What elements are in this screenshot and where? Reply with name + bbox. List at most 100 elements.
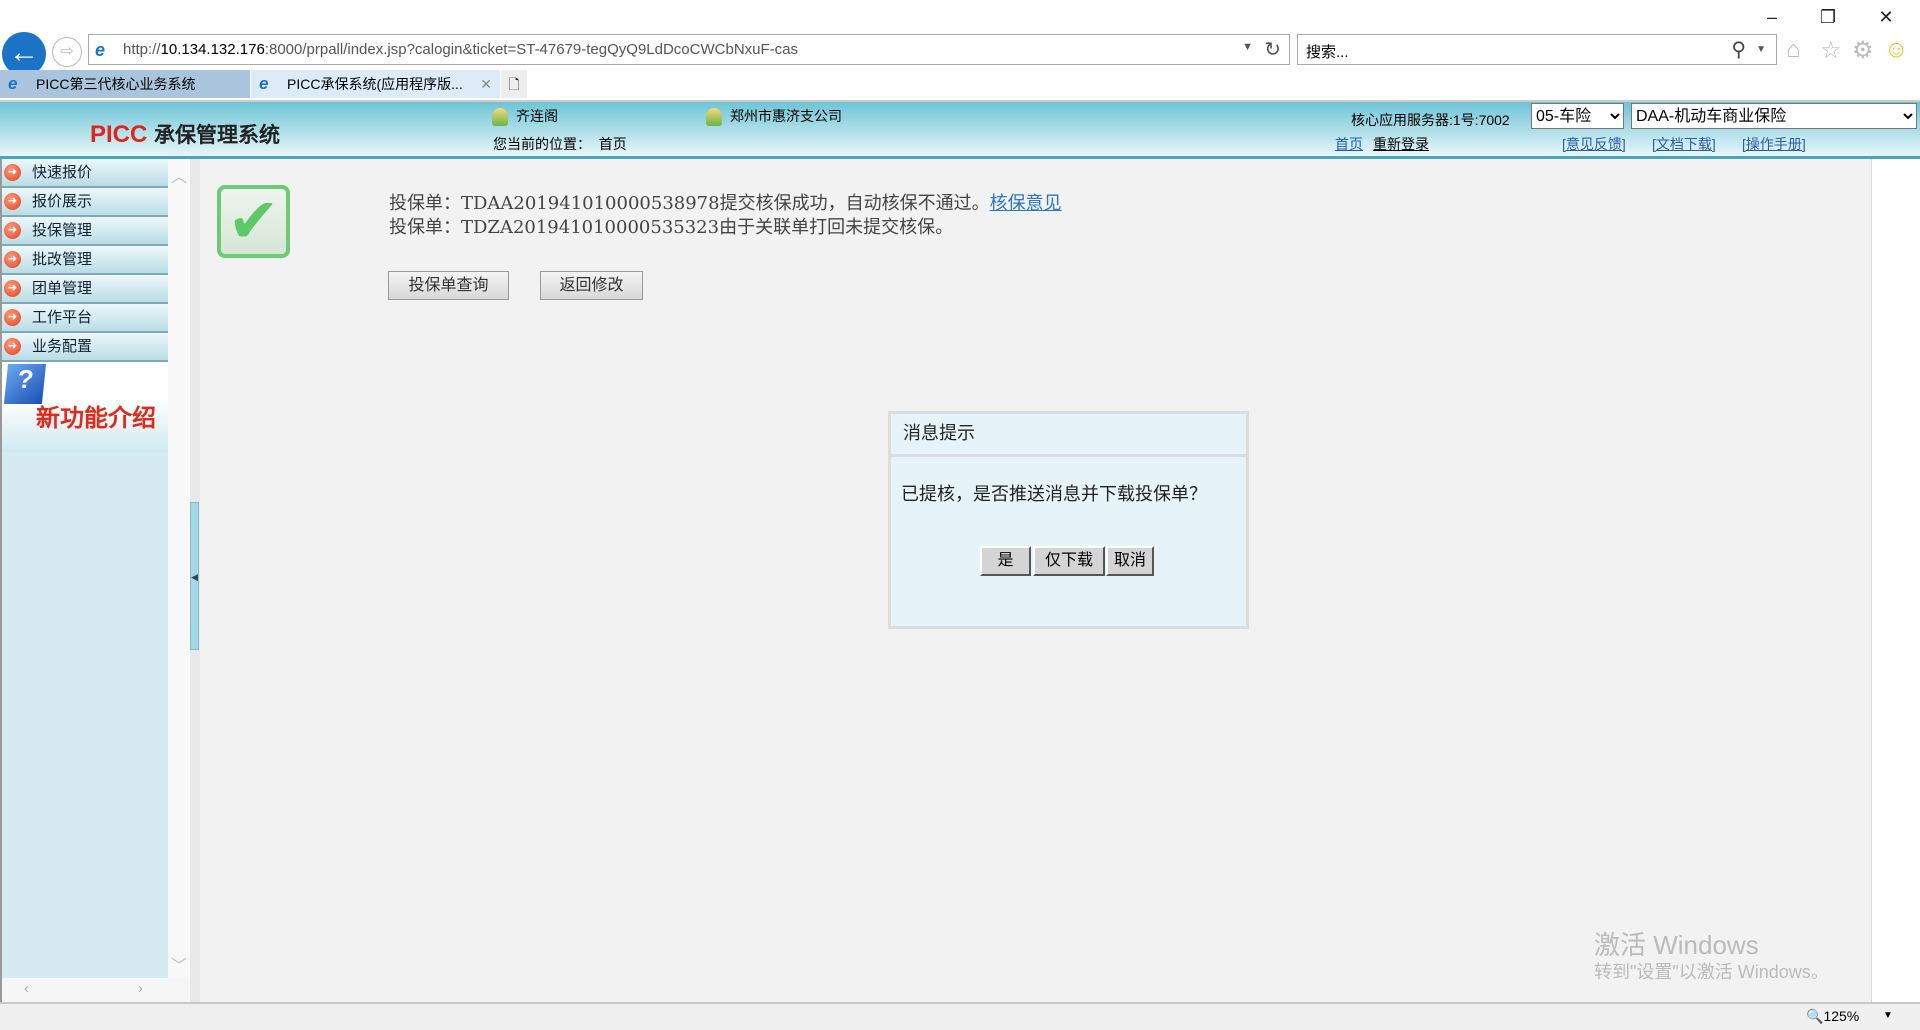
zoom-level[interactable]: 🔍125%: [1806, 1008, 1859, 1025]
activation-watermark-subtitle: 转到"设置"以激活 Windows。: [1594, 962, 1829, 982]
address-bar[interactable]: e http://10.134.132.176:8000/prpall/inde…: [88, 34, 1290, 65]
arrow-icon: ➜: [4, 251, 21, 268]
sidebar-item-label: 报价展示: [32, 193, 93, 210]
logo-title: 承保管理系统: [154, 122, 281, 147]
user-name: 齐连阁: [516, 108, 558, 124]
sidebar-item-proposal-mgmt[interactable]: ➜ 投保管理: [2, 217, 168, 246]
scroll-down-icon[interactable]: ﹀: [171, 952, 187, 976]
close-window-button[interactable]: ✕: [1866, 4, 1906, 30]
return-modify-button[interactable]: 返回修改: [540, 271, 643, 300]
favorites-star-icon[interactable]: ☆: [1820, 36, 1842, 65]
arrow-icon: ➜: [4, 309, 21, 326]
success-check-icon: ✔: [217, 185, 290, 258]
dialog-message: 已提核，是否推送消息并下载投保单？: [901, 484, 1207, 505]
logo-brand: PICC: [90, 121, 148, 148]
sidebar-scrollbar[interactable]: ︿ ﹀: [168, 159, 190, 980]
ie-tab-icon: e: [259, 74, 269, 93]
cancel-button[interactable]: 取消: [1106, 546, 1154, 576]
zoom-dropdown-icon[interactable]: ▼: [1883, 1010, 1893, 1021]
sidebar-splitter[interactable]: ◀: [190, 159, 200, 1002]
url-prefix: http://: [123, 41, 161, 58]
server-info: 核心应用服务器:1号:7002: [1351, 112, 1510, 128]
yes-button[interactable]: 是: [980, 546, 1031, 576]
org-icon: [706, 108, 722, 127]
ie-tab-icon: e: [8, 74, 18, 93]
home-link[interactable]: 首页: [1335, 134, 1363, 154]
user-icon: [492, 108, 508, 127]
address-dropdown-icon[interactable]: ▼: [1242, 41, 1253, 53]
scroll-up-icon[interactable]: ︿: [171, 163, 187, 187]
sidebar-item-label: 团单管理: [32, 280, 93, 297]
arrow-icon: ➜: [4, 338, 21, 355]
product-select[interactable]: DAA-机动车商业保险: [1631, 103, 1917, 129]
url-host: 10.134.132.176: [160, 41, 265, 58]
sidebar-item-group-mgmt[interactable]: ➜ 团单管理: [2, 275, 168, 304]
new-features-label: 新功能介绍: [36, 405, 156, 432]
new-features-banner[interactable]: ? 新功能介绍: [2, 362, 168, 452]
proposal-query-button[interactable]: 投保单查询: [388, 271, 509, 300]
sidebar-item-label: 批改管理: [32, 251, 93, 268]
sidebar-item-endorsement-mgmt[interactable]: ➜ 批改管理: [2, 246, 168, 275]
zoom-value: 125%: [1823, 1008, 1860, 1024]
tab-label: PICC第三代核心业务系统: [36, 76, 196, 92]
current-org: 郑州市惠济支公司: [706, 106, 842, 127]
docs-download-link[interactable]: [文档下载]: [1652, 134, 1716, 154]
breadcrumb: 您当前的位置： 首页: [493, 134, 627, 154]
location-value: 首页: [598, 136, 627, 152]
home-icon[interactable]: ⌂: [1786, 36, 1801, 64]
arrow-icon: ➜: [4, 280, 21, 297]
url-rest: :8000/prpall/index.jsp?calogin&ticket=ST…: [264, 41, 798, 58]
collapse-sidebar-handle[interactable]: ◀: [190, 502, 199, 650]
org-name: 郑州市惠济支公司: [730, 108, 842, 124]
sidebar-item-quick-quote[interactable]: ➜ 快速报价: [2, 159, 168, 188]
minimize-button[interactable]: –: [1752, 4, 1792, 30]
arrow-icon: ➜: [4, 193, 21, 210]
sidebar-item-label: 工作平台: [32, 309, 93, 326]
manual-link[interactable]: [操作手册]: [1742, 134, 1806, 154]
sidebar-item-business-config[interactable]: ➜ 业务配置: [2, 333, 168, 362]
zoom-icon: 🔍: [1806, 1008, 1824, 1024]
activation-watermark-title: 激活 Windows: [1594, 930, 1759, 960]
scroll-right-icon[interactable]: ›: [138, 980, 143, 997]
feedback-link[interactable]: [意见反馈]: [1562, 134, 1626, 154]
scroll-left-icon[interactable]: ‹: [24, 980, 29, 997]
search-placeholder: 搜索...: [1306, 44, 1349, 61]
result-line-1: 投保单：TDAA201941010000538978提交核保成功，自动核保不通过…: [389, 189, 1062, 215]
search-box[interactable]: 搜索... ⚲ ▼: [1297, 34, 1777, 65]
tab-picc-underwriting[interactable]: e PICC承保系统(应用程序版... ✕: [251, 70, 500, 98]
sidebar-item-label: 快速报价: [32, 164, 93, 181]
result-line-2: 投保单：TDZA201941010000535323由于关联单打回未提交核保。: [389, 217, 954, 238]
app-header: PICC 承保管理系统 齐连阁 郑州市惠济支公司 您当前的位置： 首页 核心应用…: [0, 100, 1920, 159]
dialog-title: 消息提示: [891, 414, 1246, 457]
message-dialog: 消息提示 已提核，是否推送消息并下载投保单？ 是 仅下载 取消: [888, 411, 1249, 629]
relogin-link[interactable]: 重新登录: [1373, 134, 1429, 154]
search-dropdown-icon[interactable]: ▼: [1756, 44, 1766, 55]
tab-label: PICC承保系统(应用程序版...: [287, 76, 463, 92]
download-only-button[interactable]: 仅下载: [1033, 546, 1105, 576]
sidebar-item-label: 投保管理: [32, 222, 93, 239]
sidebar-item-label: 业务配置: [32, 338, 93, 355]
app-logo: PICC 承保管理系统: [90, 119, 280, 149]
search-icon[interactable]: ⚲: [1731, 37, 1746, 62]
current-user: 齐连阁: [492, 106, 558, 127]
ie-page-icon: e: [95, 40, 106, 60]
smiley-feedback-icon[interactable]: ☺: [1884, 36, 1909, 64]
refresh-icon[interactable]: ↻: [1264, 37, 1281, 62]
restore-button[interactable]: ❐: [1808, 4, 1848, 30]
sidebar-item-workbench[interactable]: ➜ 工作平台: [2, 304, 168, 333]
status-bar: 🔍125% ▼: [0, 1002, 1920, 1030]
sidebar: ➜ 快速报价 ➜ 报价展示 ➜ 投保管理 ➜ 批改管理 ➜ 团单管理 ➜ 工作平台 ➜ 业务配…: [0, 159, 168, 980]
new-tab-button[interactable]: 🗋: [501, 70, 527, 98]
sidebar-item-quote-display[interactable]: ➜ 报价展示: [2, 188, 168, 217]
sidebar-hscrollbar[interactable]: ‹ ›: [0, 978, 190, 1002]
settings-gear-icon[interactable]: ⚙: [1852, 36, 1874, 65]
arrow-icon: ➜: [4, 222, 21, 239]
close-tab-icon[interactable]: ✕: [480, 70, 492, 98]
page-scrollbar[interactable]: [1871, 159, 1920, 1002]
location-label: 您当前的位置：: [493, 136, 591, 152]
tab-picc-core[interactable]: e PICC第三代核心业务系统: [0, 70, 250, 98]
result-text-1: 投保单：TDAA201941010000538978提交核保成功，自动核保不通过…: [389, 193, 990, 214]
forward-button[interactable]: ⇨: [52, 37, 82, 67]
underwriting-opinion-link[interactable]: 核保意见: [990, 193, 1062, 214]
risk-class-select[interactable]: 05-车险: [1531, 103, 1624, 129]
